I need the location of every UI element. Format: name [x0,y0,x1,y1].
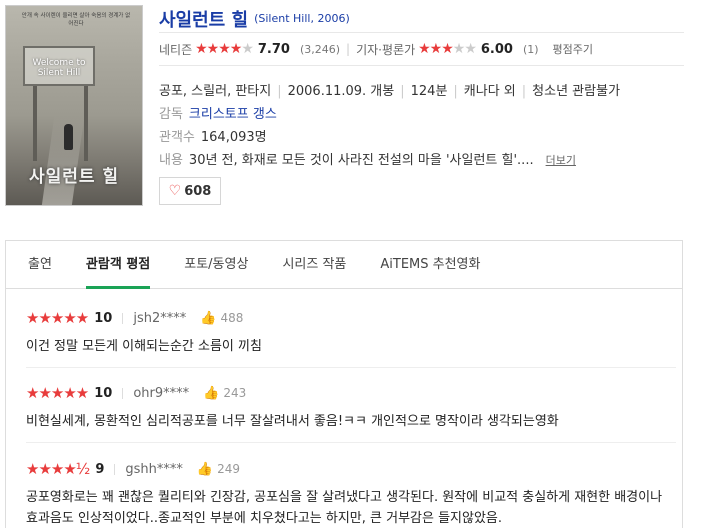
review-score: 9 [95,461,105,477]
tab-cast[interactable]: 출연 [28,241,52,289]
review-item: ★★★★★ 10 ohr9**** 👍 243 비현실세계, 몽환적인 심리적공… [26,384,676,432]
movie-original-title: (Silent Hill, 2006) [254,12,350,25]
meta-line-plot: 내용 30년 전, 화재로 모든 것이 사라진 전설의 마을 '사일런트 힐'..… [159,149,684,172]
star-on-icon: ★★★★ [195,41,242,57]
poster-figure [64,124,73,150]
divider [114,463,116,475]
runtime: 124분 [410,84,448,99]
star-off-icon: ★ [241,41,254,57]
review-score: 10 [94,385,113,401]
review-user: gshh**** [125,461,183,477]
poster-tagline: 안개 속 사이렌이 울리면 살아 숙음의 경계가 없어진다 [21,13,131,27]
like-button[interactable]: ♡ 608 [159,177,221,205]
review-likes: 249 [217,462,240,476]
movie-info: 사일런트 힐 (Silent Hill, 2006) 네티즌 ★★★★★ 7.7… [159,5,684,205]
country[interactable]: 캐나다 외 [464,84,516,99]
poster-sign: Welcome to Silent Hill [23,46,95,86]
tab-series[interactable]: 시리즈 작품 [282,241,346,289]
thumbs-up-icon[interactable]: 👍 [200,311,216,326]
review-text: 비현실세계, 몽환적인 심리적공포를 너무 잘살려내서 좋음!ㅋㅋ 개인적으로 … [26,414,559,429]
netizen-score: 7.70 [257,41,290,57]
divider [122,312,124,324]
plot-text: 30년 전, 화재로 모든 것이 사라진 전설의 마을 '사일런트 힐'.... [188,153,534,168]
poster-sign-text: Welcome to Silent Hill [32,58,86,78]
review-user: ohr9**** [133,385,190,401]
netizen-stars: ★★★★★ [195,41,254,57]
tab-audience-rating[interactable]: 관람객 평점 [85,241,151,289]
review-text: 공포영화로는 꽤 괜찮은 퀄리티와 긴장감, 공포심을 잘 살려냈다고 생각된다… [26,490,663,526]
review-stars: ★★★★★ [26,309,89,327]
audience-count: 164,093명 [200,130,267,145]
review-header: ★★★★★ 10 ohr9**** 👍 243 [26,384,676,402]
review-text: 이건 정말 모든게 이해되는순간 소름이 끼침 [26,339,262,354]
review-header: ★★★★★ 10 jsh2**** 👍 488 [26,309,676,327]
sign-post [33,86,37,161]
movie-meta: 공포, 스릴러, 판타지 | 2006.11.09. 개봉 | 124분 | 캐나다 외 | 청… [159,66,684,172]
divider: | [346,42,351,56]
movie-poster[interactable]: 안개 속 사이렌이 울리면 살아 숙음의 경계가 없어진다 Welcome to… [5,5,143,206]
age-rating: 청소년 관람불가 [532,84,621,99]
thumbs-up-icon[interactable]: 👍 [197,462,213,477]
title-row: 사일런트 힐 (Silent Hill, 2006) [159,5,684,33]
tab-bar: 출연 관람객 평점 포토/동영상 시리즈 작품 AiTEMS 추천영화 [6,241,682,289]
critic-label: 기자·평론가 [356,42,416,57]
divider [122,387,124,399]
review-panel: 출연 관람객 평점 포토/동영상 시리즈 작품 AiTEMS 추천영화 ★★★★… [5,240,683,528]
critic-stars: ★★★★★ [418,41,477,57]
genre[interactable]: 공포, 스릴러, 판타지 [159,84,271,99]
rate-link[interactable]: 평점주기 [553,41,593,57]
poster-road [41,116,85,205]
more-link[interactable]: 더보기 [546,154,576,167]
review-divider [26,367,676,368]
netizen-count: (3,246) [299,42,341,56]
heart-icon: ♡ [168,183,182,199]
star-on-icon: ★★★ [418,41,454,57]
release-date[interactable]: 2006.11.09. 개봉 [288,84,395,99]
director-link[interactable]: 크리스토프 갱스 [189,107,277,122]
sign-post [84,86,88,161]
thumbs-up-icon[interactable]: 👍 [203,386,219,401]
plot-label: 내용 [159,153,183,168]
meta-line-audience: 관객수 164,093명 [159,126,684,149]
critic-score: 6.00 [480,41,513,57]
review-stars: ★★★★½ [26,460,90,478]
critic-count: (1) [522,42,539,56]
poster-title: 사일런트 힐 [28,167,120,187]
review-score: 10 [94,310,113,326]
audience-label: 관객수 [159,130,195,145]
review-divider [26,442,676,443]
review-likes: 243 [223,386,247,400]
star-off-icon: ★★ [452,41,477,57]
tab-aitems[interactable]: AiTEMS 추천영화 [380,241,480,289]
review-item: ★★★★★ 10 jsh2**** 👍 488 이건 정말 모든게 이해되는순간… [26,309,676,357]
rating-row: 네티즌 ★★★★★ 7.70 (3,246) | 기자·평론가 ★★★★★ 6.… [159,33,684,66]
review-likes: 488 [220,311,244,325]
meta-line-director: 감독 크리스토프 갱스 [159,103,684,126]
netizen-label: 네티즌 [159,42,193,57]
review-stars: ★★★★★ [26,384,89,402]
review-header: ★★★★½ 9 gshh**** 👍 249 [26,460,676,478]
meta-line-1: 공포, 스릴러, 판타지 | 2006.11.09. 개봉 | 124분 | 캐나다 외 | 청… [159,84,621,99]
review-item: ★★★★½ 9 gshh**** 👍 249 공포영화로는 꽤 괜찮은 퀄리티와… [26,460,676,528]
tab-photo-video[interactable]: 포토/동영상 [184,241,248,289]
director-label: 감독 [159,107,183,122]
review-user: jsh2**** [133,310,187,326]
movie-title[interactable]: 사일런트 힐 [159,6,248,32]
like-count: 608 [184,183,212,199]
